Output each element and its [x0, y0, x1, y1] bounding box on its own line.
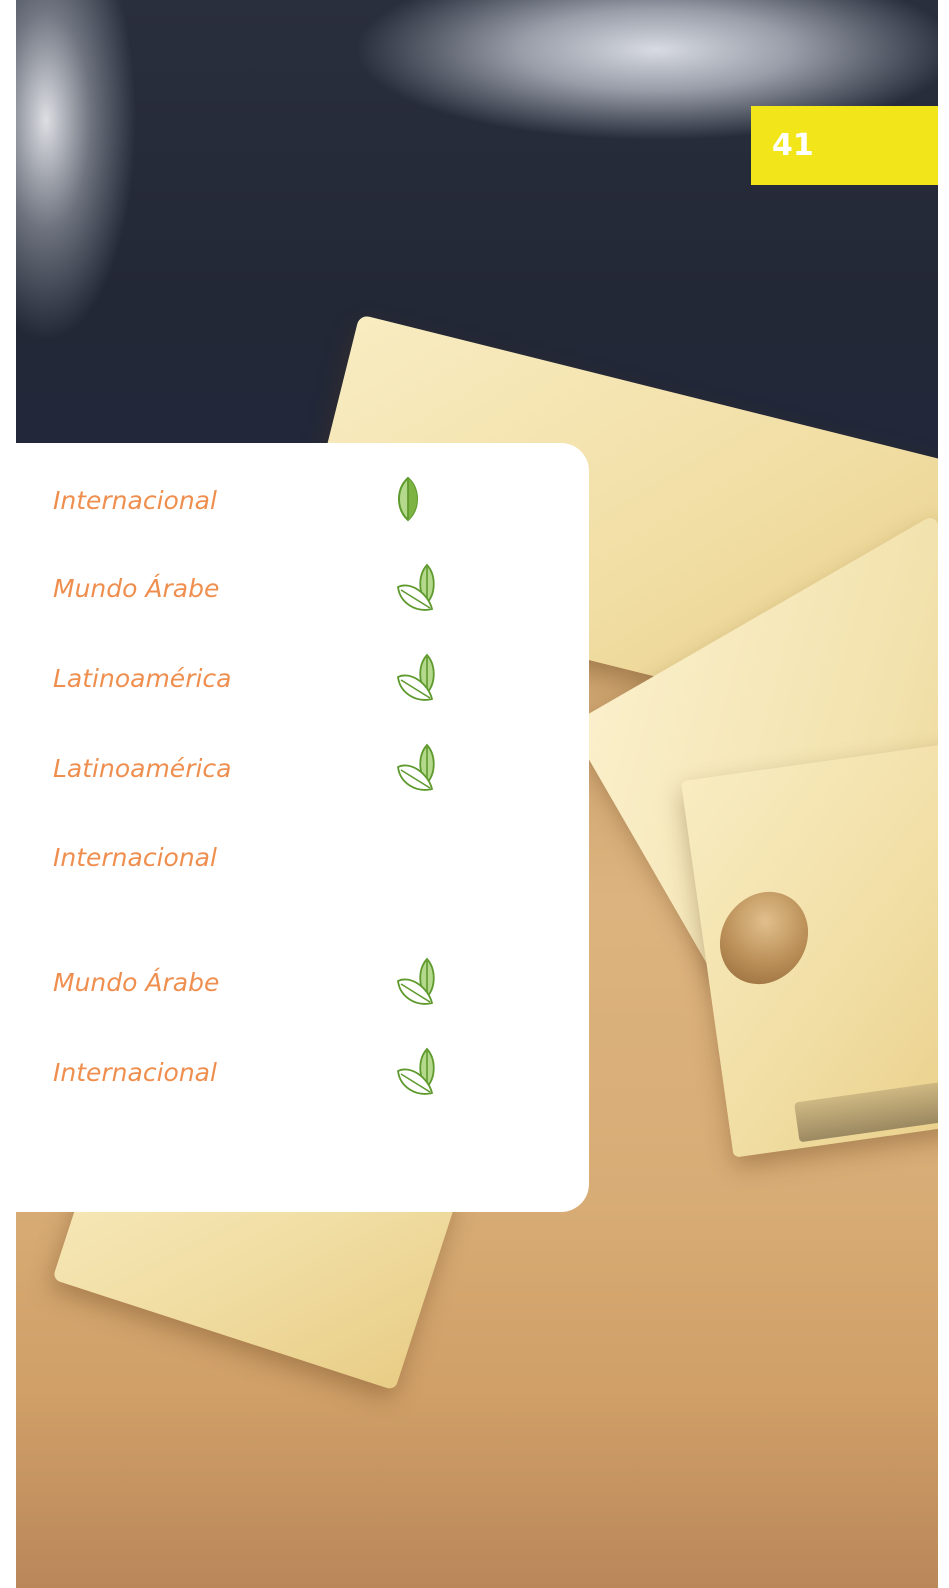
list-item-label: Internacional [53, 842, 217, 872]
double-leaf-icon [394, 957, 446, 1007]
category-list-card: Internacional Mundo Árabe Latinoamérica [16, 443, 589, 1212]
list-item-label: Internacional [53, 1057, 217, 1087]
list-item-label: Mundo Árabe [53, 967, 220, 997]
list-item: Latinoamérica [53, 743, 533, 793]
list-item: Mundo Árabe [53, 563, 533, 613]
double-leaf-icon [394, 743, 446, 793]
double-leaf-icon [394, 563, 446, 613]
page-number: 41 [772, 128, 814, 163]
page-number-badge: 41 [751, 106, 938, 185]
list-item: Internacional [53, 1047, 533, 1097]
single-leaf-icon [394, 475, 446, 525]
list-item-label: Internacional [53, 485, 217, 515]
list-item: Mundo Árabe [53, 957, 533, 1007]
double-leaf-icon [394, 653, 446, 703]
double-leaf-icon [394, 1047, 446, 1097]
list-item-label: Latinoamérica [53, 663, 232, 693]
list-item-label: Mundo Árabe [53, 573, 220, 603]
list-item-label: Latinoamérica [53, 753, 232, 783]
list-item: Internacional [53, 475, 533, 525]
list-item: Internacional [53, 832, 533, 882]
list-item: Latinoamérica [53, 653, 533, 703]
